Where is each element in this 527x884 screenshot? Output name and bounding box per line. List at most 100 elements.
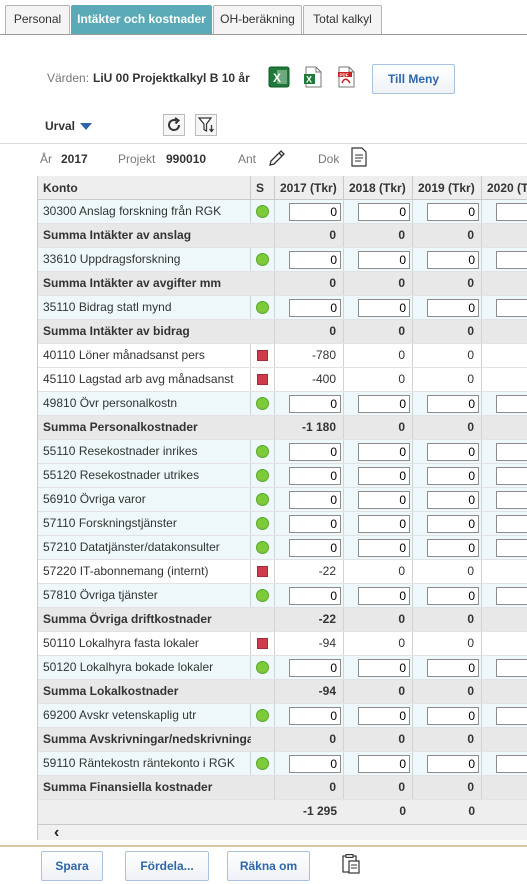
table-row: 45110 Lagstad arb avg månadsanst -400 0 0 bbox=[38, 368, 527, 392]
amount-input-2018[interactable] bbox=[358, 203, 410, 221]
scroll-left-icon[interactable]: ‹ bbox=[54, 824, 59, 840]
tab-oh-berakning[interactable]: OH-beräkning bbox=[213, 5, 302, 34]
column-header-s[interactable]: S bbox=[251, 176, 275, 200]
amount-input-2019[interactable] bbox=[427, 443, 479, 461]
amount-input-2018[interactable] bbox=[358, 539, 410, 557]
amount-input-2020[interactable] bbox=[496, 659, 527, 677]
amount-input-2020[interactable] bbox=[496, 467, 527, 485]
amount-input-2017[interactable] bbox=[289, 251, 341, 269]
account-name: 57810 Övriga tjänster bbox=[38, 584, 251, 607]
amount-input-2018[interactable] bbox=[358, 491, 410, 509]
rakna-om-button[interactable]: Räkna om bbox=[227, 851, 310, 881]
amount-input-2019[interactable] bbox=[427, 251, 479, 269]
amount-input-2020[interactable] bbox=[496, 515, 527, 533]
amount-input-2018[interactable] bbox=[358, 395, 410, 413]
amount-input-2019[interactable] bbox=[427, 659, 479, 677]
excel-export-icon[interactable]: X bbox=[268, 66, 290, 88]
amount-input-2019[interactable] bbox=[427, 299, 479, 317]
amount-input-2018[interactable] bbox=[358, 515, 410, 533]
caret-down-icon bbox=[80, 123, 93, 131]
amount-input-2019[interactable] bbox=[427, 587, 479, 605]
amount-input-2017[interactable] bbox=[289, 443, 341, 461]
amount-input-2020[interactable] bbox=[496, 587, 527, 605]
amount-input-2018[interactable] bbox=[358, 707, 410, 725]
amount-input-2017[interactable] bbox=[289, 491, 341, 509]
amount-input-2017[interactable] bbox=[289, 467, 341, 485]
amount-input-2017[interactable] bbox=[289, 755, 341, 773]
amount-input-2019[interactable] bbox=[427, 707, 479, 725]
pencil-icon[interactable] bbox=[266, 147, 288, 169]
amount-input-2017[interactable] bbox=[289, 587, 341, 605]
column-header-2018[interactable]: 2018 (Tkr) bbox=[344, 176, 413, 200]
status-ok-icon bbox=[256, 517, 269, 530]
amount-2019: 0 bbox=[413, 776, 482, 799]
amount-input-2019[interactable] bbox=[427, 467, 479, 485]
amount-input-2020[interactable] bbox=[496, 395, 527, 413]
filter-icon[interactable] bbox=[195, 114, 217, 136]
pdf-export-icon[interactable]: PDF bbox=[335, 66, 357, 88]
document-icon[interactable] bbox=[348, 146, 370, 168]
summary-row: Summa Personalkostnader -1 180 0 0 bbox=[38, 416, 527, 440]
amount-2019: 0 bbox=[413, 728, 482, 751]
amount-input-2017[interactable] bbox=[289, 707, 341, 725]
amount-input-2018[interactable] bbox=[358, 251, 410, 269]
amount-2020 bbox=[482, 272, 527, 295]
amount-input-2019[interactable] bbox=[427, 539, 479, 557]
fordela-button[interactable]: Fördela... bbox=[125, 851, 209, 881]
amount-input-2019[interactable] bbox=[427, 203, 479, 221]
account-name: 56910 Övriga varor bbox=[38, 488, 251, 511]
table-row: 40110 Löner månadsanst pers -780 0 0 bbox=[38, 344, 527, 368]
amount-input-2020[interactable] bbox=[496, 539, 527, 557]
amount-input-2018[interactable] bbox=[358, 443, 410, 461]
horizontal-scrollbar[interactable]: ‹ bbox=[38, 824, 527, 840]
amount-input-2019[interactable] bbox=[427, 395, 479, 413]
amount-input-2020[interactable] bbox=[496, 251, 527, 269]
amount-2018: 0 bbox=[344, 224, 413, 247]
amount-input-2018[interactable] bbox=[358, 299, 410, 317]
account-name: 49810 Övr personalkostn bbox=[38, 392, 251, 415]
amount-input-2017[interactable] bbox=[289, 299, 341, 317]
spara-button[interactable]: Spara bbox=[41, 851, 103, 881]
value-cell-2018 bbox=[344, 536, 413, 559]
amount-input-2020[interactable] bbox=[496, 299, 527, 317]
amount-input-2018[interactable] bbox=[358, 659, 410, 677]
amount-input-2017[interactable] bbox=[289, 203, 341, 221]
excel-file-icon[interactable]: X bbox=[302, 66, 324, 88]
column-header-2020[interactable]: 2020 (T bbox=[482, 176, 527, 200]
amount-input-2020[interactable] bbox=[496, 443, 527, 461]
column-header-2017[interactable]: 2017 (Tkr) bbox=[275, 176, 344, 200]
dok-label: Dok bbox=[318, 152, 340, 166]
amount-2018: 0 bbox=[344, 680, 413, 703]
amount-input-2018[interactable] bbox=[358, 467, 410, 485]
amount-input-2017[interactable] bbox=[289, 659, 341, 677]
tab-total-kalkyl[interactable]: Total kalkyl bbox=[303, 5, 382, 34]
amount-input-2018[interactable] bbox=[358, 755, 410, 773]
amount-input-2017[interactable] bbox=[289, 539, 341, 557]
tab-intakter-och-kostnader[interactable]: Intäkter och kostnader bbox=[71, 5, 212, 34]
value-cell-2019 bbox=[413, 392, 482, 415]
table-row: 57210 Datatjänster/datakonsulter bbox=[38, 536, 527, 560]
amount-2017: 0 bbox=[275, 728, 344, 751]
amount-input-2020[interactable] bbox=[496, 203, 527, 221]
value-cell-2020 bbox=[482, 440, 527, 463]
amount-input-2020[interactable] bbox=[496, 707, 527, 725]
amount-input-2018[interactable] bbox=[358, 587, 410, 605]
amount-input-2020[interactable] bbox=[496, 755, 527, 773]
status-cell bbox=[251, 224, 275, 247]
column-header-konto[interactable]: Konto bbox=[38, 176, 251, 200]
account-table: Konto S 2017 (Tkr) 2018 (Tkr) 2019 (Tkr)… bbox=[37, 176, 527, 840]
amount-input-2017[interactable] bbox=[289, 515, 341, 533]
till-meny-button[interactable]: Till Meny bbox=[372, 64, 455, 94]
amount-input-2020[interactable] bbox=[496, 491, 527, 509]
amount-input-2019[interactable] bbox=[427, 491, 479, 509]
amount-input-2019[interactable] bbox=[427, 515, 479, 533]
value-cell-2020 bbox=[482, 752, 527, 775]
urval-dropdown[interactable]: Urval bbox=[45, 119, 93, 133]
column-header-2019[interactable]: 2019 (Tkr) bbox=[413, 176, 482, 200]
amount-input-2017[interactable] bbox=[289, 395, 341, 413]
table-row: 55120 Resekostnader utrikes bbox=[38, 464, 527, 488]
paste-clipboard-icon[interactable] bbox=[340, 853, 362, 875]
tab-personal[interactable]: Personal bbox=[5, 5, 70, 34]
amount-input-2019[interactable] bbox=[427, 755, 479, 773]
refresh-icon[interactable] bbox=[163, 114, 185, 136]
